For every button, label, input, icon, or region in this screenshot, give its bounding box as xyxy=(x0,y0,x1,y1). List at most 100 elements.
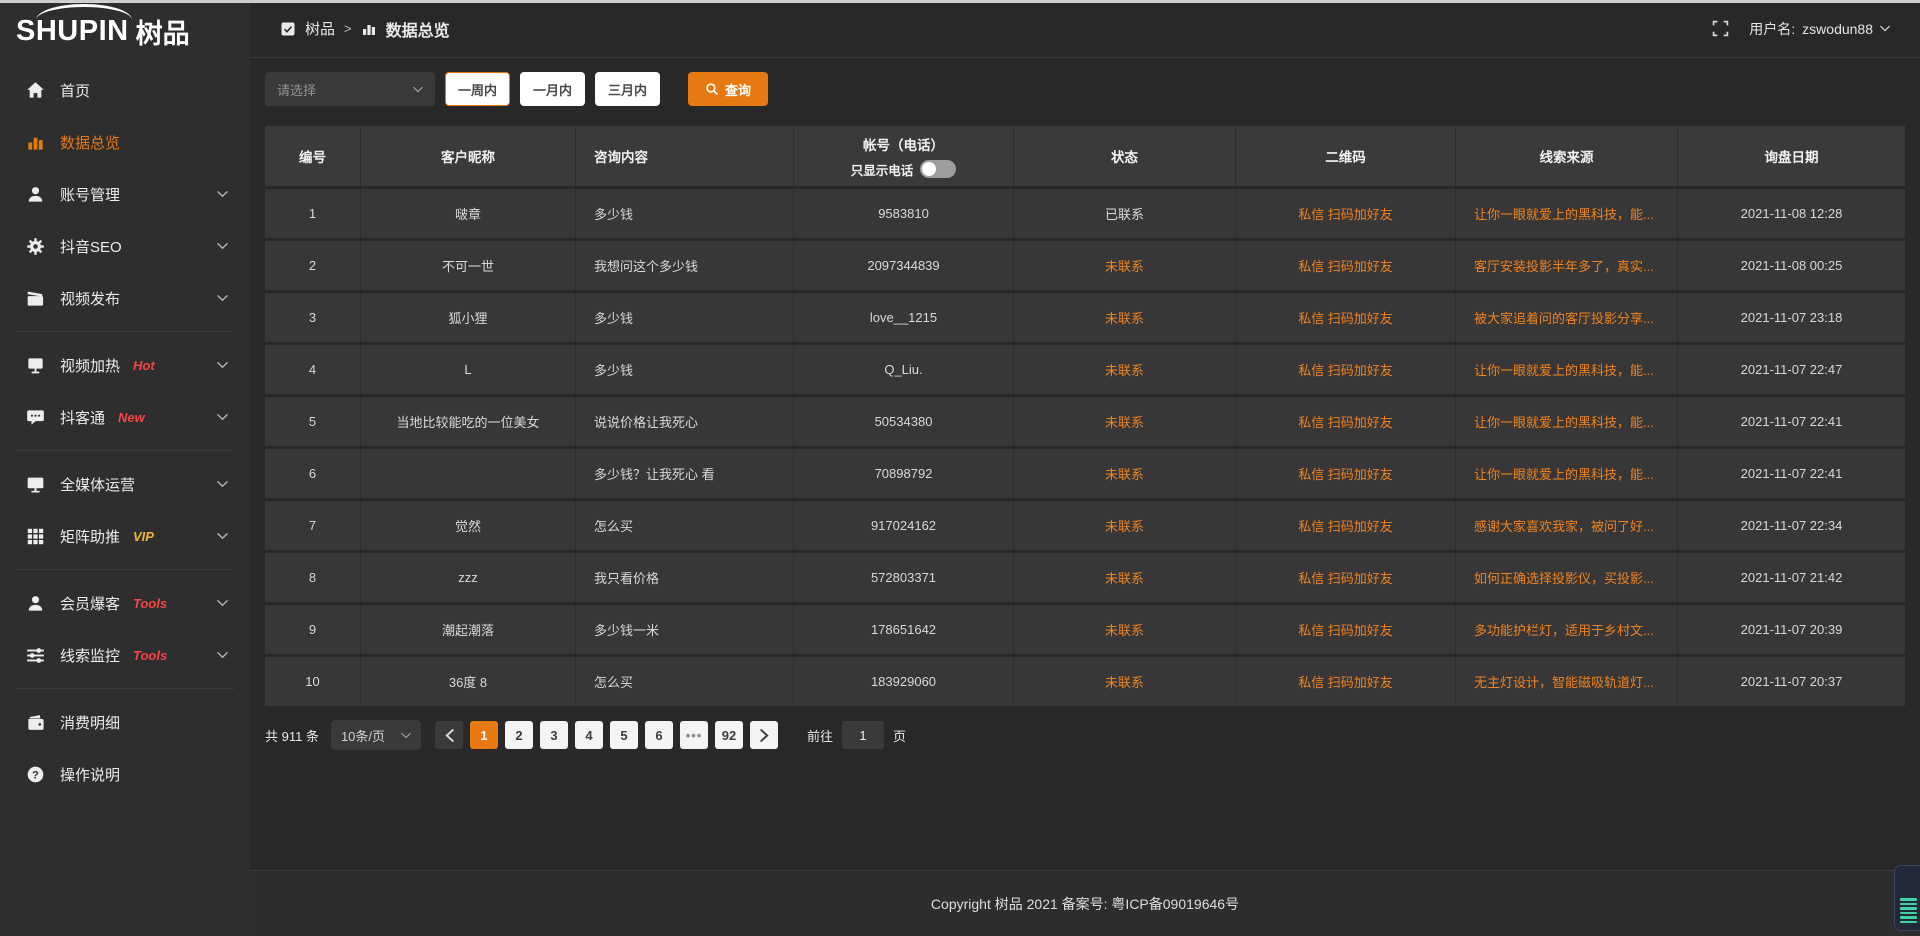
chevron-down-icon xyxy=(217,361,228,369)
qrcode-actions[interactable]: 私信 扫码加好友 xyxy=(1298,204,1393,223)
sidebar-item-data-overview[interactable]: 数据总览 xyxy=(0,116,250,168)
topbar: 树品 > 数据总览 用户名: zswodun88 xyxy=(250,0,1920,58)
floating-widget[interactable] xyxy=(1894,865,1920,931)
sidebar-item-video-heat[interactable]: 视频加热Hot xyxy=(0,339,250,391)
sidebar-item-instructions[interactable]: ?操作说明 xyxy=(0,748,250,800)
chevron-down-icon xyxy=(217,242,228,250)
cell-account: 572803371 xyxy=(793,553,1013,602)
column-header-label: 客户昵称 xyxy=(441,146,495,166)
column-header-date: 询盘日期 xyxy=(1677,126,1905,186)
range-button-group: 一周内一月内三月内 xyxy=(435,72,660,106)
qrcode-actions[interactable]: 私信 扫码加好友 xyxy=(1298,516,1393,535)
range-button-one-month[interactable]: 一月内 xyxy=(520,72,585,106)
filter-select[interactable]: 请选择 xyxy=(265,72,435,106)
sidebar-item-douyin-seo[interactable]: 抖音SEO xyxy=(0,220,250,272)
page-button-1[interactable]: 1 xyxy=(470,721,498,749)
chevron-down-icon xyxy=(217,532,228,540)
range-button-one-week[interactable]: 一周内 xyxy=(445,72,510,106)
cell-nickname: 啵章 xyxy=(360,189,575,238)
cell-source[interactable]: 感谢大家喜欢我家，被问了好... xyxy=(1455,501,1677,550)
cell-source[interactable]: 多功能护栏灯，适用于乡村文... xyxy=(1455,605,1677,654)
table-row: 5当地比较能吃的一位美女说说价格让我死心50534380未联系私信 扫码加好友让… xyxy=(265,397,1905,446)
sidebar-item-media-ops[interactable]: 全媒体运营 xyxy=(0,458,250,510)
wallet-icon xyxy=(26,713,45,732)
sidebar-item-label: 首页 xyxy=(60,80,90,101)
cell-date: 2021-11-07 22:47 xyxy=(1677,345,1905,394)
sidebar-item-badge: Hot xyxy=(133,358,155,373)
chevron-down-icon xyxy=(217,294,228,302)
sidebar-item-label: 数据总览 xyxy=(60,132,120,153)
cell-qrcode: 私信 扫码加好友 xyxy=(1235,449,1455,498)
cell-date: 2021-11-08 00:25 xyxy=(1677,241,1905,290)
cell-status: 未联系 xyxy=(1013,605,1235,654)
sidebar-item-home[interactable]: 首页 xyxy=(0,64,250,116)
page-button-2[interactable]: 2 xyxy=(505,721,533,749)
person-icon xyxy=(26,594,45,613)
fullscreen-icon[interactable] xyxy=(1712,20,1729,37)
sidebar-item-video-publish[interactable]: 视频发布 xyxy=(0,272,250,324)
qrcode-actions[interactable]: 私信 扫码加好友 xyxy=(1298,464,1393,483)
page-button-3[interactable]: 3 xyxy=(540,721,568,749)
cell-source[interactable]: 如何正确选择投影仪，买投影... xyxy=(1455,553,1677,602)
cell-source[interactable]: 让你一眼就爱上的黑科技，能... xyxy=(1455,345,1677,394)
phone-only-toggle[interactable] xyxy=(920,160,956,178)
bars-chart-icon xyxy=(26,133,45,152)
cell-source[interactable]: 无主灯设计，智能磁吸轨道灯... xyxy=(1455,657,1677,706)
sidebar-item-label: 矩阵助推 xyxy=(60,526,120,547)
qrcode-actions[interactable]: 私信 扫码加好友 xyxy=(1298,360,1393,379)
table-header-row: 编号客户昵称咨询内容帐号（电话）只显示电话状态二维码线索来源询盘日期 xyxy=(265,126,1905,186)
cell-source[interactable]: 客厅安装投影半年多了，真实... xyxy=(1455,241,1677,290)
cell-source[interactable]: 让你一眼就爱上的黑科技，能... xyxy=(1455,189,1677,238)
sidebar-item-account-manage[interactable]: 账号管理 xyxy=(0,168,250,220)
cell-source[interactable]: 被大家追着问的客厅投影分享... xyxy=(1455,293,1677,342)
sidebar-item-member-burst[interactable]: 会员爆客Tools xyxy=(0,577,250,629)
page-button-4[interactable]: 4 xyxy=(575,721,603,749)
table-row: 3狐小狸多少钱love__1215未联系私信 扫码加好友被大家追着问的客厅投影分… xyxy=(265,293,1905,342)
username-label: 用户名: xyxy=(1749,19,1795,39)
chevron-down-icon xyxy=(217,599,228,607)
cell-source[interactable]: 让你一眼就爱上的黑科技，能... xyxy=(1455,397,1677,446)
sidebar-item-label: 操作说明 xyxy=(60,764,120,785)
range-button-three-month[interactable]: 三月内 xyxy=(595,72,660,106)
logo[interactable]: SHUPIN 树品 xyxy=(0,0,250,62)
cell-status: 未联系 xyxy=(1013,553,1235,602)
cell-status: 未联系 xyxy=(1013,397,1235,446)
qrcode-actions[interactable]: 私信 扫码加好友 xyxy=(1298,412,1393,431)
page-size-value: 10条/页 xyxy=(341,726,385,745)
qrcode-actions[interactable]: 私信 扫码加好友 xyxy=(1298,256,1393,275)
next-page-button[interactable] xyxy=(750,721,778,749)
page-button-6[interactable]: 6 xyxy=(645,721,673,749)
page-size-select[interactable]: 10条/页 xyxy=(331,720,421,750)
column-header-id: 编号 xyxy=(265,126,360,186)
page-ellipsis-button[interactable]: ••• xyxy=(680,721,708,749)
sidebar-item-label: 线索监控 xyxy=(60,645,120,666)
prev-page-button[interactable] xyxy=(435,721,463,749)
sidebar-item-consumption-detail[interactable]: 消费明细 xyxy=(0,696,250,748)
goto-page-input[interactable] xyxy=(842,721,884,749)
sidebar: SHUPIN 树品 首页数据总览账号管理抖音SEO视频发布视频加热Hot抖客通N… xyxy=(0,0,250,936)
cell-source[interactable]: 让你一眼就爱上的黑科技，能... xyxy=(1455,449,1677,498)
page-button-92[interactable]: 92 xyxy=(715,721,743,749)
breadcrumb-root[interactable]: 树品 xyxy=(305,18,335,39)
sidebar-item-matrix-boost[interactable]: 矩阵助推VIP xyxy=(0,510,250,562)
cell-qrcode: 私信 扫码加好友 xyxy=(1235,397,1455,446)
cell-id: 3 xyxy=(265,293,360,342)
search-button-label: 查询 xyxy=(725,80,751,99)
user-menu[interactable]: 用户名: zswodun88 xyxy=(1749,19,1890,39)
search-button[interactable]: 查询 xyxy=(688,72,768,106)
sidebar-item-clue-monitor[interactable]: 线索监控Tools xyxy=(0,629,250,681)
phone-only-row: 只显示电话 xyxy=(851,160,957,179)
goto-label: 前往 xyxy=(807,726,833,745)
qrcode-actions[interactable]: 私信 扫码加好友 xyxy=(1298,620,1393,639)
qrcode-actions[interactable]: 私信 扫码加好友 xyxy=(1298,568,1393,587)
cell-status: 已联系 xyxy=(1013,189,1235,238)
chevron-down-icon xyxy=(217,413,228,421)
qrcode-actions[interactable]: 私信 扫码加好友 xyxy=(1298,672,1393,691)
qrcode-actions[interactable]: 私信 扫码加好友 xyxy=(1298,308,1393,327)
table-row: 1啵章多少钱9583810已联系私信 扫码加好友让你一眼就爱上的黑科技，能...… xyxy=(265,189,1905,238)
sidebar-item-douketong[interactable]: 抖客通New xyxy=(0,391,250,443)
cell-id: 9 xyxy=(265,605,360,654)
main-content: 抖音seo数据全媒体运营数据询盘数据 请选择 一周内一月内三月内 查询 编号客户… xyxy=(250,0,1920,750)
cell-content: 怎么买 xyxy=(575,501,793,550)
page-button-5[interactable]: 5 xyxy=(610,721,638,749)
